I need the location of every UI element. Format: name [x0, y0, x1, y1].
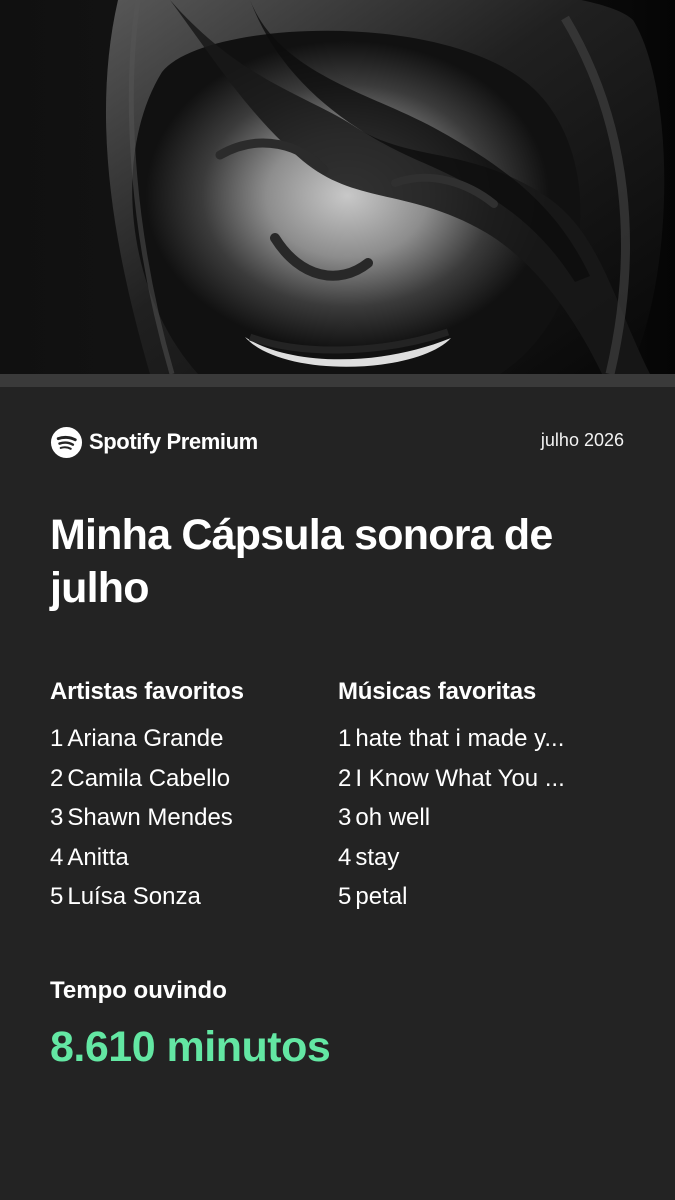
favorite-artist-item: 2 Camila Cabello: [50, 759, 325, 799]
song-name: I Know What You ...: [355, 764, 565, 792]
song-name: oh well: [355, 804, 431, 831]
listening-time-value: 8.610 minutos: [50, 1023, 331, 1071]
song-name: petal: [355, 883, 408, 910]
favorite-songs-section: Músicas favoritas 1 hate that i made y...…: [338, 675, 623, 917]
favorite-artist-item: 4 Anitta: [50, 838, 325, 878]
black-and-white-portrait-image: [0, 0, 675, 374]
artist-name: Camila Cabello: [67, 764, 231, 792]
rank-number: 5: [338, 883, 352, 910]
rank-number: 1: [338, 725, 352, 752]
portrait-image: [0, 0, 675, 374]
rank-number: 1: [50, 725, 64, 752]
artist-name: Anitta: [67, 843, 129, 871]
brand-name: Spotify Premium: [89, 429, 258, 454]
favorite-song-item: 5 petal: [338, 877, 623, 917]
artist-name: Luísa Sonza: [67, 883, 201, 910]
rank-number: 3: [50, 804, 64, 831]
favorite-artist-item: 3 Shawn Mendes: [50, 798, 325, 838]
artist-name: Shawn Mendes: [67, 804, 233, 831]
favorite-song-item: 1 hate that i made y...: [338, 719, 623, 759]
favorite-artist-item: 1 Ariana Grande: [50, 719, 325, 759]
favorite-artists-section: Artistas favoritos 1 Ariana Grande 2 Camil…: [50, 675, 325, 917]
song-name: stay: [355, 843, 400, 871]
favorite-artist-item: 5 Luísa Sonza: [50, 877, 325, 917]
rank-number: 5: [50, 883, 64, 910]
rank-number: 4: [338, 843, 352, 871]
capsule-summary: Spotify Premium julho 2026 Minha Cápsula…: [0, 387, 675, 1200]
image-separator: [0, 374, 675, 387]
spotify-capsule-screen: Spotify Premium julho 2026 Minha Cápsula…: [0, 0, 675, 1200]
favorite-song-item: 4 stay: [338, 838, 623, 878]
page-title: Minha Cápsula sonora de julho: [50, 511, 553, 612]
favorite-artists-list: 1 Ariana Grande 2 Camila Cabello 3 Shawn Me…: [50, 719, 325, 917]
artist-name: Ariana Grande: [67, 725, 224, 752]
favorite-song-item: 3 oh well: [338, 798, 623, 838]
favorite-song-item: 2I Know What You ...: [338, 759, 623, 799]
favorite-songs-heading: Músicas favoritas: [338, 678, 537, 705]
rank-number: 4: [50, 843, 64, 871]
spotify-icon: [50, 426, 83, 458]
song-name: hate that i made y...: [355, 725, 565, 752]
spotify-premium-brand: Spotify Premium: [50, 425, 258, 459]
rank-number: 2: [50, 764, 64, 792]
favorite-songs-list: 1 hate that i made y... 2I Know What You …: [338, 719, 623, 917]
rank-number: 2: [338, 764, 352, 792]
listening-time-label: Tempo ouvindo: [50, 977, 227, 1004]
rank-number: 3: [338, 804, 352, 831]
capsule-date: julho 2026: [540, 430, 624, 450]
favorite-artists-heading: Artistas favoritos: [50, 678, 244, 705]
